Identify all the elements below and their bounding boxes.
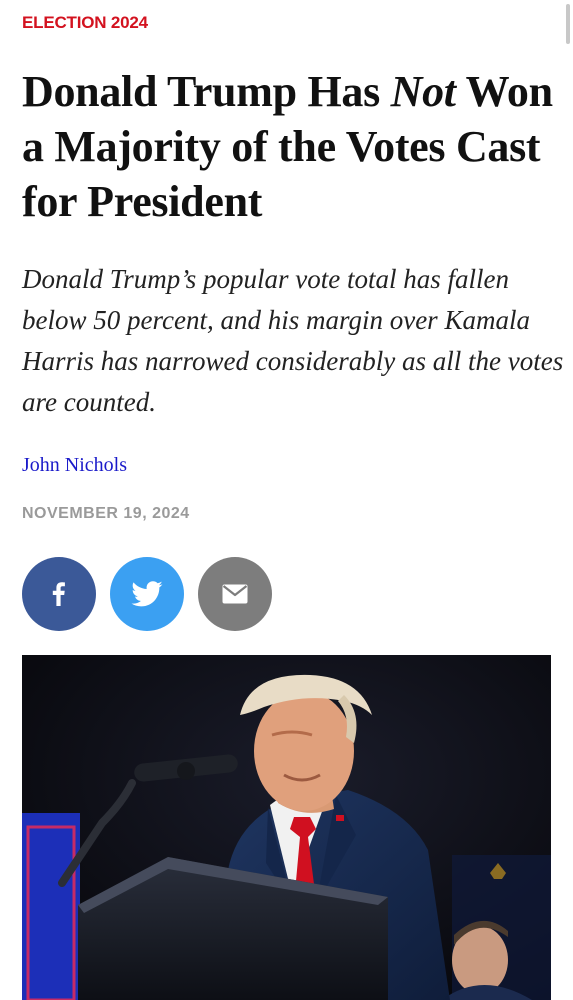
email-share-button[interactable]	[198, 557, 272, 631]
article-dek: Donald Trump’s popular vote total has fa…	[22, 264, 564, 417]
facebook-share-button[interactable]	[22, 557, 96, 631]
headline-emphasis: Not	[390, 67, 456, 116]
email-icon	[222, 584, 248, 604]
twitter-icon	[131, 581, 163, 607]
publish-date: NOVEMBER 19, 2024	[22, 505, 190, 522]
article-hero-photo	[22, 655, 551, 1000]
twitter-share-button[interactable]	[110, 557, 184, 631]
section-kicker-link[interactable]: ELECTION 2024	[22, 13, 148, 33]
facebook-icon	[52, 582, 65, 606]
headline-text-1: Donald Trump Has	[22, 67, 391, 116]
author-link[interactable]: John Nichols	[22, 454, 127, 477]
scrollbar[interactable]	[566, 4, 570, 44]
article-page: ELECTION 2024 Donald Trump Has Not Won a…	[0, 0, 573, 1000]
article-headline: Donald Trump Has Not Won a Majority of t…	[22, 64, 562, 229]
